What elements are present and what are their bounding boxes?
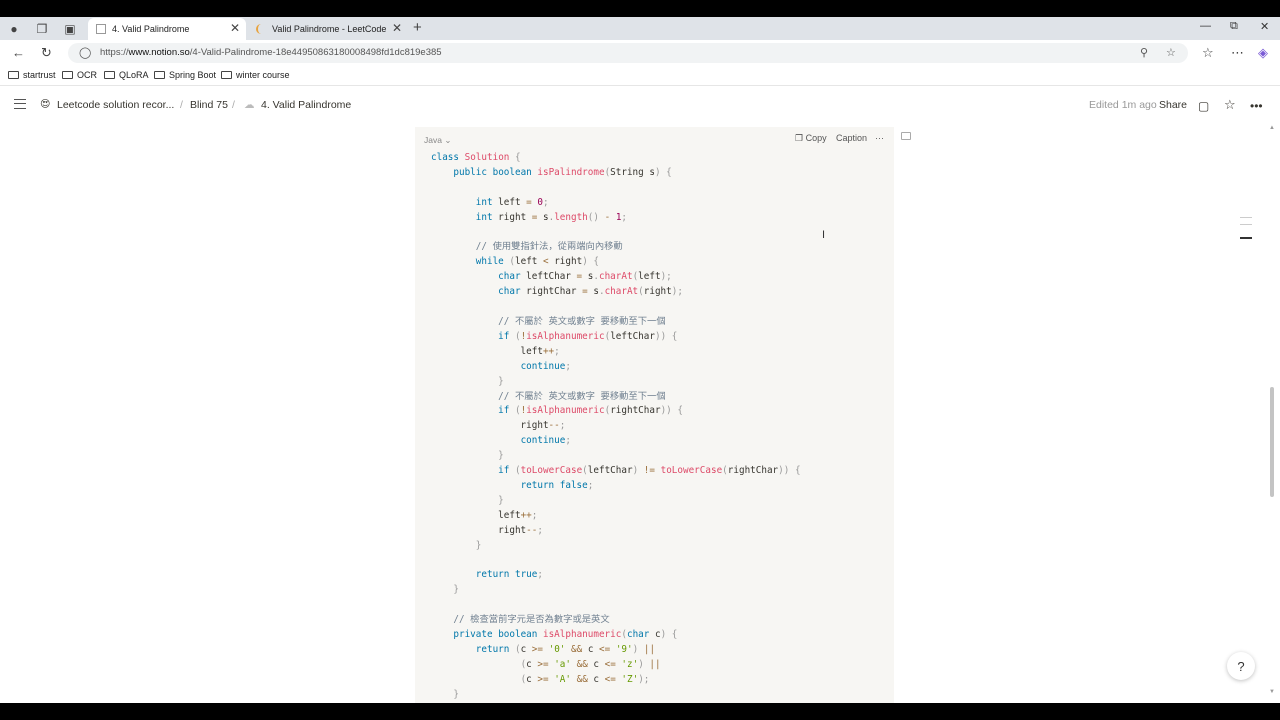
favorite-star-icon[interactable]: ☆ <box>1166 46 1176 59</box>
scroll-up-icon[interactable]: ▲ <box>1269 125 1275 131</box>
close-tab-icon[interactable]: ✕ <box>392 21 402 35</box>
bookmark-qlora[interactable]: QLoRA <box>104 70 149 80</box>
copilot-icon[interactable]: ◈ <box>1258 45 1268 61</box>
code-content[interactable]: class Solution { public boolean isPalind… <box>431 151 801 703</box>
bookmark-startrust[interactable]: startrust <box>8 70 56 80</box>
zoom-icon[interactable]: ⚲ <box>1140 46 1148 59</box>
code-more-icon[interactable]: ··· <box>875 133 884 143</box>
folder-icon <box>8 71 19 79</box>
close-tab-icon[interactable]: ✕ <box>230 21 240 35</box>
tab-label: 4. Valid Palindrome <box>112 24 190 34</box>
sidebar-menu-icon[interactable] <box>14 99 26 109</box>
tab-valid-palindrome-notion[interactable]: 4. Valid Palindrome ✕ <box>88 18 246 40</box>
folder-icon <box>104 71 115 79</box>
breadcrumb-parent[interactable]: Blind 75 <box>190 99 228 111</box>
breadcrumb-separator: / <box>180 99 183 111</box>
code-block[interactable]: Java ⌄ ❐ Copy Caption ··· class Solution… <box>415 127 894 703</box>
outline-marker[interactable] <box>1240 217 1252 218</box>
help-icon[interactable]: ? <box>1227 652 1255 680</box>
close-window-icon[interactable]: ✕ <box>1260 20 1269 33</box>
scrollbar-thumb[interactable] <box>1270 387 1274 497</box>
edited-timestamp: Edited 1m ago <box>1089 99 1157 111</box>
caption-button[interactable]: Caption <box>836 133 867 143</box>
favorites-icon[interactable]: ☆ <box>1202 45 1214 61</box>
share-button[interactable]: Share <box>1159 99 1187 111</box>
tab-strip: ● ❐ ▣ 4. Valid Palindrome ✕ Valid Palind… <box>0 17 1280 40</box>
leetcode-favicon-icon <box>256 24 266 34</box>
tab-valid-palindrome-leetcode[interactable]: Valid Palindrome - LeetCode ✕ <box>248 18 408 40</box>
minimize-icon[interactable]: — <box>1200 20 1211 32</box>
breadcrumb-root[interactable]: Leetcode solution recor... <box>57 99 174 111</box>
address-bar[interactable]: ◯ https://www.notion.so/4-Valid-Palindro… <box>68 43 1188 63</box>
star-icon[interactable]: ☆ <box>1224 97 1236 113</box>
text-cursor-icon: I <box>822 229 826 241</box>
breadcrumb-separator: / <box>232 99 235 111</box>
outline-marker[interactable] <box>1240 224 1252 225</box>
more-dots-icon[interactable]: ••• <box>1250 99 1263 113</box>
outline-marker-active[interactable] <box>1240 237 1252 239</box>
browser-window: ● ❐ ▣ 4. Valid Palindrome ✕ Valid Palind… <box>0 17 1280 703</box>
page-icon: ☁ <box>244 99 255 111</box>
bookmarks-bar: startrust OCR QLoRA Spring Boot winter c… <box>0 66 1280 86</box>
bookmark-winter-course[interactable]: winter course <box>221 70 290 80</box>
new-tab-icon[interactable]: + <box>413 19 422 36</box>
tab-label: Valid Palindrome - LeetCode <box>272 24 387 34</box>
navigation-bar: ← ↻ ◯ https://www.notion.so/4-Valid-Pali… <box>0 40 1280 66</box>
scroll-down-icon[interactable]: ▼ <box>1269 689 1275 695</box>
profile-icon[interactable]: ● <box>6 21 22 37</box>
notion-favicon-icon <box>96 24 106 34</box>
workspace-emoji-icon: 😍 <box>40 99 51 110</box>
maximize-icon[interactable]: ⧉ <box>1230 20 1238 33</box>
breadcrumb-current[interactable]: 4. Valid Palindrome <box>261 99 351 111</box>
bookmark-ocr[interactable]: OCR <box>62 70 97 80</box>
tab-actions-icon[interactable]: ▣ <box>62 21 78 37</box>
settings-more-icon[interactable]: ⋯ <box>1231 45 1244 61</box>
notion-topbar: 😍 Leetcode solution recor... / Blind 75 … <box>0 91 1280 121</box>
workspaces-icon[interactable]: ❐ <box>34 21 50 37</box>
url-text[interactable]: https://www.notion.so/4-Valid-Palindrome… <box>100 47 442 58</box>
comment-icon[interactable]: ▢ <box>1198 99 1209 113</box>
folder-icon <box>221 71 232 79</box>
folder-icon <box>62 71 73 79</box>
add-comment-icon[interactable] <box>901 132 911 140</box>
code-language-select[interactable]: Java ⌄ <box>424 135 451 146</box>
folder-icon <box>154 71 165 79</box>
back-arrow-icon[interactable]: ← <box>12 45 25 60</box>
copy-button[interactable]: ❐ Copy <box>795 133 827 144</box>
bookmark-spring-boot[interactable]: Spring Boot <box>154 70 216 80</box>
site-info-icon[interactable]: ◯ <box>79 46 91 59</box>
refresh-icon[interactable]: ↻ <box>41 45 52 61</box>
